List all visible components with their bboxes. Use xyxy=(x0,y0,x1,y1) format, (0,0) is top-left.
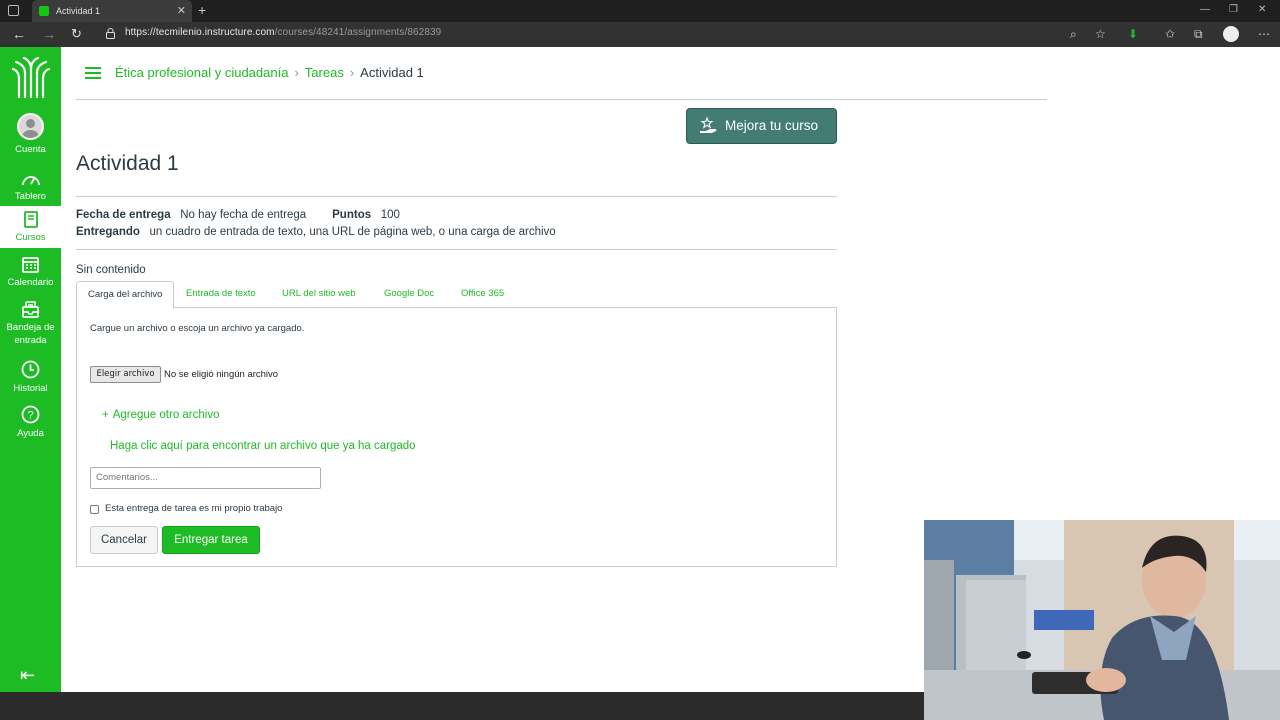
submission-types-label: Entregando xyxy=(76,226,140,238)
breadcrumb-course[interactable]: Ética profesional y ciudadanía xyxy=(115,65,288,80)
cancel-button[interactable]: Cancelar xyxy=(90,526,158,554)
own-work-checkbox[interactable] xyxy=(90,505,99,514)
nav-account-label: Cuenta xyxy=(15,144,46,155)
nav-history-label: Historial xyxy=(13,383,48,394)
close-window-icon[interactable]: ✕ xyxy=(1258,0,1266,20)
choose-file-button[interactable]: Elegir archivo xyxy=(90,366,161,383)
tab-text-entry[interactable]: Entrada de texto xyxy=(175,281,267,308)
divider xyxy=(76,196,837,197)
dashboard-gauge-icon xyxy=(21,176,40,186)
clock-icon xyxy=(21,360,40,379)
breadcrumb-assignments[interactable]: Tareas xyxy=(305,65,344,80)
back-icon[interactable]: ← xyxy=(12,25,26,43)
nav-history[interactable]: Historial xyxy=(0,360,61,395)
course-menu-toggle-icon[interactable] xyxy=(85,67,101,79)
tecmilenio-logo[interactable] xyxy=(12,57,50,99)
tab-file-upload[interactable]: Carga del archivo xyxy=(76,281,175,309)
nav-dashboard-label: Tablero xyxy=(14,191,47,202)
tab-office-365[interactable]: Office 365 xyxy=(450,281,515,308)
assignment-details: Fecha de entrega No hay fecha de entrega… xyxy=(76,207,556,241)
submit-assignment-button[interactable]: Entregar tarea xyxy=(162,526,260,554)
nav-inbox-label: Bandeja de entrada xyxy=(6,322,55,346)
nav-calendar[interactable]: Calendario xyxy=(0,256,61,289)
header-divider xyxy=(76,99,1047,100)
browser-tab-title: Actividad 1 xyxy=(56,6,101,16)
nav-account[interactable]: Cuenta xyxy=(0,113,61,156)
url-path: /courses/48241/assignments/862839 xyxy=(274,27,442,38)
breadcrumb-separator-icon: › xyxy=(294,65,299,80)
reload-icon[interactable]: ↻ xyxy=(71,25,82,43)
minimize-icon[interactable]: — xyxy=(1200,0,1210,20)
new-tab-icon[interactable]: + xyxy=(198,0,206,20)
book-icon xyxy=(23,211,38,228)
own-work-label: Esta entrega de tarea es mi propio traba… xyxy=(105,503,283,514)
mejora-tu-curso-button[interactable]: Mejora tu curso xyxy=(686,108,837,144)
address-bar: ← → ↻ https://tecmilenio.instructure.com… xyxy=(0,22,1280,47)
points-label: Puntos xyxy=(332,209,372,221)
comments-field[interactable] xyxy=(90,467,321,489)
find-uploaded-file-link[interactable]: Haga clic aquí para encontrar un archivo… xyxy=(110,440,416,452)
nav-help-label: Ayuda xyxy=(17,428,44,439)
upload-instructions: Cargue un archivo o escoja un archivo ya… xyxy=(90,323,305,334)
nav-dashboard[interactable]: Tablero xyxy=(0,171,61,203)
favorites-icon[interactable]: ✩ xyxy=(1165,26,1175,42)
collapse-nav-icon[interactable]: ⇤ xyxy=(20,665,35,686)
tab-google-doc[interactable]: Google Doc xyxy=(373,281,445,308)
divider xyxy=(76,249,837,250)
profile-avatar[interactable] xyxy=(1223,26,1239,42)
page-title: Actividad 1 xyxy=(76,152,179,175)
submission-tabs: Carga del archivo Entrada de texto URL d… xyxy=(76,281,837,309)
svg-text:?: ? xyxy=(27,410,33,422)
breadcrumb-separator-icon: › xyxy=(349,65,355,80)
due-date-value: No hay fecha de entrega xyxy=(180,209,307,221)
webcam-video-overlay xyxy=(924,520,1280,720)
forward-icon[interactable]: → xyxy=(42,25,56,43)
nav-help[interactable]: ? Ayuda xyxy=(0,405,61,440)
collections-icon[interactable]: ⧉ xyxy=(1194,26,1203,42)
nav-inbox[interactable]: Bandeja de entrada xyxy=(0,301,61,347)
site-favicon-icon xyxy=(39,6,49,16)
browser-tab[interactable]: Actividad 1 ✕ xyxy=(32,0,192,22)
maximize-icon[interactable]: ❐ xyxy=(1229,0,1238,20)
zoom-icon[interactable]: ⌕ xyxy=(1070,26,1077,42)
global-nav-sidebar: Cuenta Tablero Cursos Calendario Bandeja… xyxy=(0,47,61,692)
submission-types-value: un cuadro de entrada de texto, una URL d… xyxy=(149,226,556,238)
calendar-icon xyxy=(22,257,39,273)
breadcrumb: Ética profesional y ciudadanía › Tareas › Ac… xyxy=(115,65,424,80)
lock-icon xyxy=(106,28,115,39)
file-upload-panel: Cargue un archivo o escoja un archivo ya… xyxy=(76,307,837,567)
favorite-star-icon[interactable]: ☆ xyxy=(1095,26,1106,42)
nav-courses[interactable]: Cursos xyxy=(0,206,61,248)
points-value: 100 xyxy=(380,209,400,221)
window-menu-icon[interactable] xyxy=(8,5,19,16)
plus-icon: + xyxy=(102,409,109,421)
tab-website-url[interactable]: URL del sitio web xyxy=(271,281,367,308)
mejora-tu-curso-label: Mejora tu curso xyxy=(725,118,819,133)
account-avatar xyxy=(17,113,44,140)
extension-icon[interactable]: ⬇ xyxy=(1128,26,1138,42)
submission-status: Sin contenido xyxy=(76,264,146,276)
due-date-label: Fecha de entrega xyxy=(76,209,171,221)
nav-courses-label: Cursos xyxy=(15,232,46,243)
add-another-file-label: Agregue otro archivo xyxy=(112,409,220,421)
nav-calendar-label: Calendario xyxy=(7,277,54,288)
more-menu-icon[interactable]: ⋯ xyxy=(1258,26,1270,42)
url-field[interactable]: https://tecmilenio.instructure.com/cours… xyxy=(125,27,441,38)
help-icon: ? xyxy=(21,405,40,424)
close-tab-icon[interactable]: ✕ xyxy=(177,0,186,22)
presenter-video-image xyxy=(924,520,1280,720)
add-another-file-link[interactable]: + Agregue otro archivo xyxy=(102,409,219,421)
improve-course-icon xyxy=(700,117,717,133)
inbox-icon xyxy=(22,301,39,318)
browser-tab-strip: Actividad 1 ✕ + — ❐ ✕ xyxy=(0,0,1280,22)
no-file-chosen-text: No se eligió ningún archivo xyxy=(164,369,279,380)
url-host: https://tecmilenio.instructure.com xyxy=(125,27,275,38)
breadcrumb-current: Actividad 1 xyxy=(360,65,424,80)
